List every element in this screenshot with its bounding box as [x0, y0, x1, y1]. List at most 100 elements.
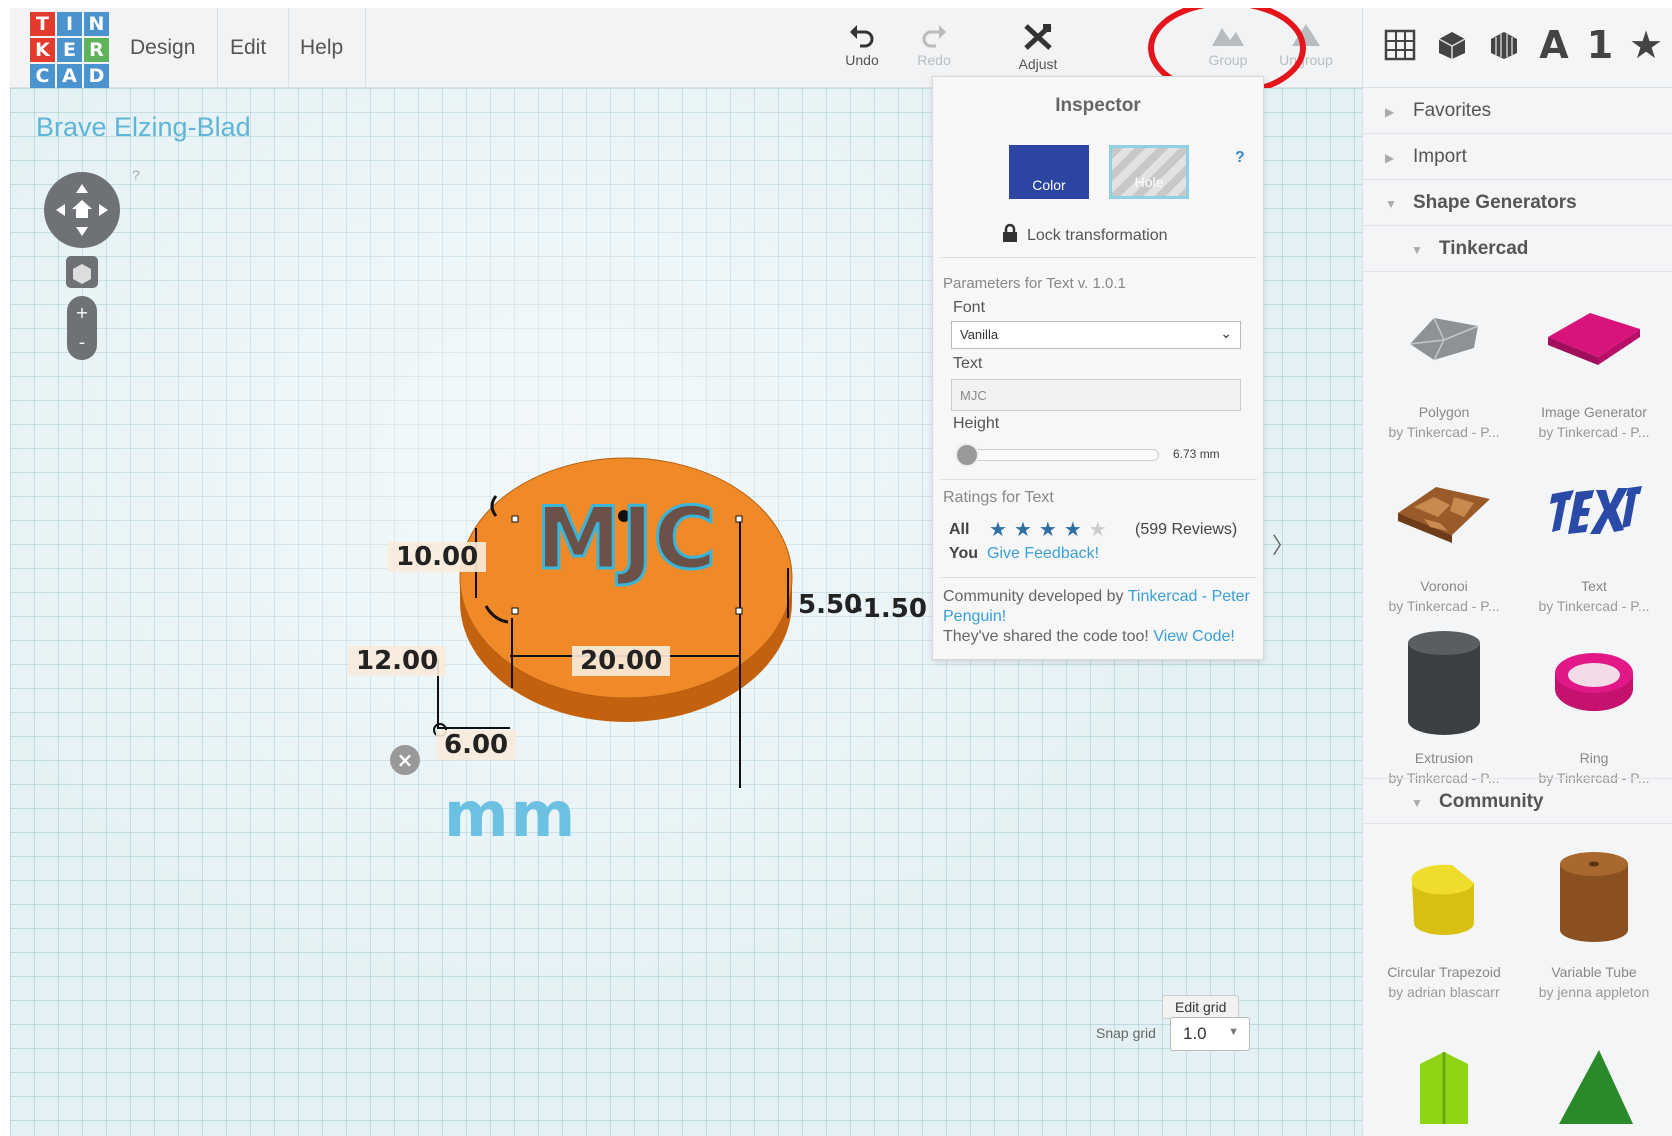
- snap-grid-select[interactable]: 1.0 ▼: [1170, 1017, 1250, 1051]
- tinkercad-logo[interactable]: TIN KER CAD: [30, 12, 110, 90]
- lock-transformation-toggle[interactable]: Lock transformation: [1001, 223, 1168, 245]
- height-b-value[interactable]: -1.50: [852, 594, 927, 624]
- offset-value[interactable]: 6.00: [436, 730, 517, 760]
- elevation-value[interactable]: 12.00: [348, 646, 447, 676]
- logo-letter: N: [84, 12, 109, 36]
- shapes-panel: A 1 ★ ▶ Favorites ▶ Import ▼ Shape Generato…: [1362, 8, 1672, 1136]
- shape-category-toolbar: A 1 ★: [1363, 8, 1672, 88]
- shape-name: Extrusion: [1414, 750, 1474, 766]
- params-title: Parameters for Text v. 1.0.1: [943, 275, 1126, 292]
- voronoi-shape-icon: [1398, 487, 1490, 543]
- shape-image-generator[interactable]: Image Generator by Tinkercad - P...: [1519, 278, 1669, 440]
- star-icon[interactable]: ★: [1623, 22, 1669, 68]
- text-tool-icon[interactable]: A: [1531, 22, 1577, 68]
- font-value: Vanilla: [960, 327, 999, 342]
- divider: [941, 479, 1257, 480]
- ratings-all-label: All: [949, 521, 970, 538]
- shape-text[interactable]: Text by Tinkercad - P...: [1519, 452, 1669, 614]
- text-input[interactable]: MJC: [951, 379, 1241, 411]
- chevron-right-icon: ▶: [1385, 105, 1395, 119]
- color-button[interactable]: Color: [1009, 145, 1089, 199]
- ratings-title: Ratings for Text: [943, 489, 1054, 506]
- section-shape-generators[interactable]: ▼ Shape Generators: [1363, 180, 1672, 226]
- shape-partial[interactable]: [1369, 1044, 1519, 1124]
- star-filled-icon[interactable]: ★: [1064, 519, 1089, 541]
- logo-letter: T: [30, 12, 55, 36]
- shape-extrusion[interactable]: Extrusion by Tinkercad - P...: [1369, 624, 1519, 786]
- close-icon[interactable]: ×: [390, 745, 420, 775]
- review-count: (599 Reviews): [1135, 521, 1238, 538]
- shape-author: by Tinkercad - P...: [1388, 598, 1500, 614]
- ring-shape-icon: [1555, 653, 1633, 711]
- lock-icon: [1003, 223, 1017, 242]
- star-empty-icon[interactable]: ★: [1089, 519, 1114, 541]
- elevation-dimension[interactable]: 12.00: [348, 646, 447, 676]
- shape-author: by adrian blascarr: [1388, 984, 1500, 1000]
- corner-handle[interactable]: [735, 515, 743, 523]
- grid-view-icon[interactable]: [1377, 22, 1423, 68]
- community-text: Community developed by: [943, 588, 1124, 605]
- chevron-right-icon: ▶: [1385, 151, 1395, 165]
- collapse-arrow-icon[interactable]: 〉: [1272, 528, 1294, 560]
- adjust-button[interactable]: Adjust: [998, 22, 1078, 72]
- width-dimension[interactable]: 20.00: [572, 646, 671, 676]
- section-tinkercad[interactable]: ▼ Tinkercad: [1363, 226, 1672, 272]
- menu-design[interactable]: Design: [108, 8, 219, 88]
- star-filled-icon[interactable]: ★: [989, 519, 1014, 541]
- chevron-down-icon: ▼: [1411, 796, 1423, 810]
- unit-label: mm: [444, 778, 578, 851]
- shape-polygon[interactable]: Polygon by Tinkercad - P...: [1369, 278, 1519, 440]
- offset-dimension[interactable]: 6.00: [436, 730, 517, 760]
- menu-edit[interactable]: Edit: [208, 8, 290, 88]
- hole-button[interactable]: Hole: [1109, 145, 1189, 199]
- ungroup-icon: [1292, 24, 1320, 46]
- redo-button[interactable]: Redo: [894, 22, 974, 68]
- section-import[interactable]: ▶ Import: [1363, 134, 1672, 180]
- height-dimension-b[interactable]: -1.50: [852, 594, 927, 624]
- favorites-label: Favorites: [1413, 100, 1492, 121]
- shape-circular-trapezoid[interactable]: Circular Trapezoid by adrian blascarr: [1369, 838, 1519, 1000]
- depth-dimension[interactable]: 10.00: [388, 542, 487, 572]
- height-slider-track[interactable]: [963, 449, 1159, 461]
- shape-name: Voronoi: [1420, 578, 1468, 594]
- shape-voronoi[interactable]: Voronoi by Tinkercad - P...: [1369, 452, 1519, 614]
- group-button[interactable]: Group: [1188, 22, 1268, 68]
- view-code-link[interactable]: View Code!: [1153, 628, 1235, 645]
- cube-icon[interactable]: [1429, 22, 1475, 68]
- depth-value[interactable]: 10.00: [388, 542, 487, 572]
- undo-button[interactable]: Undo: [822, 22, 902, 68]
- circular-trapezoid-shape-icon: [1411, 864, 1474, 935]
- wire-cube-icon[interactable]: [1481, 22, 1527, 68]
- shape-partial[interactable]: [1519, 1044, 1669, 1124]
- section-community[interactable]: ▼ Community: [1363, 778, 1672, 824]
- mjc-text-object[interactable]: MJC: [534, 488, 718, 591]
- shape-generators-label: Shape Generators: [1413, 192, 1577, 213]
- height-label: Height: [953, 415, 1000, 432]
- give-feedback-link[interactable]: Give Feedback!: [987, 545, 1099, 563]
- star-filled-icon[interactable]: ★: [1039, 519, 1064, 541]
- ungroup-button[interactable]: Ungroup: [1266, 22, 1346, 68]
- font-select[interactable]: Vanilla ⌄: [951, 321, 1241, 349]
- shape-name: Text: [1581, 578, 1607, 594]
- height-value: 6.73 mm: [1173, 447, 1220, 461]
- width-value[interactable]: 20.00: [572, 646, 671, 676]
- chevron-down-icon: ▼: [1385, 197, 1397, 211]
- menu-help[interactable]: Help: [278, 8, 367, 88]
- corner-handle[interactable]: [511, 607, 519, 615]
- green-cone-shape-icon: [1559, 1050, 1633, 1124]
- corner-handle[interactable]: [735, 607, 743, 615]
- help-icon[interactable]: ?: [1235, 149, 1245, 167]
- section-favorites[interactable]: ▶ Favorites: [1363, 88, 1672, 134]
- tinkercad-app: TINKERCAD Design Edit Help Undo Redo Adj…: [10, 8, 1672, 1136]
- snap-grid-value: 1.0: [1183, 1024, 1207, 1043]
- chevron-down-icon: ▼: [1228, 1026, 1239, 1038]
- edit-grid-button[interactable]: Edit grid: [1162, 995, 1240, 1019]
- height-slider-handle[interactable]: [954, 443, 979, 467]
- star-filled-icon[interactable]: ★: [1014, 519, 1039, 541]
- green-box-shape-icon: [1420, 1052, 1468, 1124]
- number-tool-icon[interactable]: 1: [1577, 22, 1623, 68]
- shape-variable-tube[interactable]: Variable Tube by jenna appleton: [1519, 838, 1669, 1000]
- corner-handle[interactable]: [511, 515, 519, 523]
- logo-letter: E: [57, 38, 82, 62]
- shape-ring[interactable]: Ring by Tinkercad - P...: [1519, 624, 1669, 786]
